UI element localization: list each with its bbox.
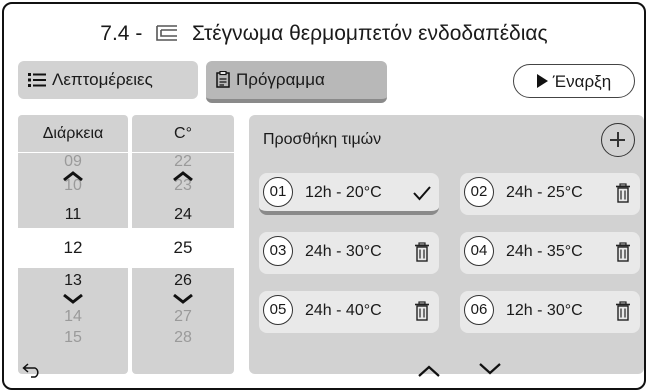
entry-value: 12h - 30°C [506, 302, 583, 319]
trash-icon[interactable] [614, 301, 632, 321]
chevron-up-icon[interactable] [417, 364, 441, 383]
entry-value: 24h - 40°C [305, 302, 382, 319]
program-entry[interactable]: 03 24h - 30°C [259, 232, 439, 274]
temperature-option[interactable]: 24 [132, 206, 234, 224]
temperature-option[interactable]: 26 [132, 272, 234, 290]
temperature-option[interactable]: 28 [132, 329, 234, 347]
scroll-down-icon[interactable] [132, 292, 234, 310]
trash-icon[interactable] [413, 301, 431, 321]
list-icon [28, 64, 46, 102]
duration-option[interactable]: 14 [18, 308, 128, 326]
trash-icon[interactable] [614, 242, 632, 262]
title-text: Στέγνωμα θερμομπετόν ενδοδαπέδιας [192, 22, 548, 45]
back-icon[interactable] [22, 362, 42, 383]
duration-option[interactable]: 13 [18, 272, 128, 290]
program-entry[interactable]: 06 12h - 30°C [460, 291, 640, 333]
scroll-up-icon[interactable] [18, 169, 128, 187]
temperature-option[interactable]: 27 [132, 308, 234, 326]
program-panel: Προσθήκη τιμών 01 12h - 20°C 02 24h - 25… [249, 115, 644, 374]
entry-value: 24h - 25°C [506, 184, 583, 201]
tab-program-label: Πρόγραμμα [236, 70, 325, 89]
floor-heating-icon [154, 23, 180, 49]
entry-number: 01 [263, 177, 293, 207]
program-entry[interactable]: 01 12h - 20°C [259, 173, 439, 215]
duration-header: Διάρκεια [18, 115, 128, 153]
page-title: 7.4 - Στέγνωμα θερμομπετόν ενδοδαπέδιας [4, 22, 644, 49]
entry-value: 12h - 20°C [305, 184, 382, 201]
entry-number: 03 [263, 236, 293, 266]
entry-number: 04 [464, 236, 494, 266]
duration-option[interactable]: 15 [18, 329, 128, 347]
screen-frame: 7.4 - Στέγνωμα θερμομπετόν ενδοδαπέδιας … [2, 2, 646, 390]
tab-program[interactable]: Πρόγραμμα [206, 61, 387, 103]
start-button[interactable]: Έναρξη [513, 64, 635, 98]
program-entry[interactable]: 02 24h - 25°C [460, 173, 640, 215]
start-button-label: Έναρξη [552, 72, 612, 91]
duration-selected[interactable]: 12 [18, 228, 128, 268]
scroll-down-icon[interactable] [18, 292, 128, 310]
trash-icon[interactable] [413, 242, 431, 262]
temperature-picker[interactable]: C° 22 23 24 25 26 27 28 [132, 115, 234, 374]
entry-value: 24h - 30°C [305, 243, 382, 260]
title-prefix: 7.4 - [100, 22, 143, 45]
entry-number: 06 [464, 295, 494, 325]
entry-number: 02 [464, 177, 494, 207]
temperature-header: C° [132, 115, 234, 153]
duration-option[interactable]: 11 [18, 206, 128, 224]
play-icon [536, 74, 548, 88]
program-entry[interactable]: 04 24h - 35°C [460, 232, 640, 274]
clipboard-icon [216, 64, 230, 102]
check-icon[interactable] [413, 183, 431, 203]
tab-details[interactable]: Λεπτομέρειες [18, 61, 198, 99]
entry-value: 24h - 35°C [506, 243, 583, 260]
panel-title: Προσθήκη τιμών [263, 131, 382, 148]
program-entry[interactable]: 05 24h - 40°C [259, 291, 439, 333]
duration-picker[interactable]: Διάρκεια 09 10 11 12 13 14 15 [18, 115, 128, 374]
scroll-up-icon[interactable] [132, 169, 234, 187]
plus-circle-icon[interactable] [601, 123, 635, 157]
entry-number: 05 [263, 295, 293, 325]
tab-details-label: Λεπτομέρειες [52, 70, 153, 89]
trash-icon[interactable] [614, 183, 632, 203]
chevron-down-icon[interactable] [478, 362, 502, 381]
temperature-selected[interactable]: 25 [132, 228, 234, 268]
